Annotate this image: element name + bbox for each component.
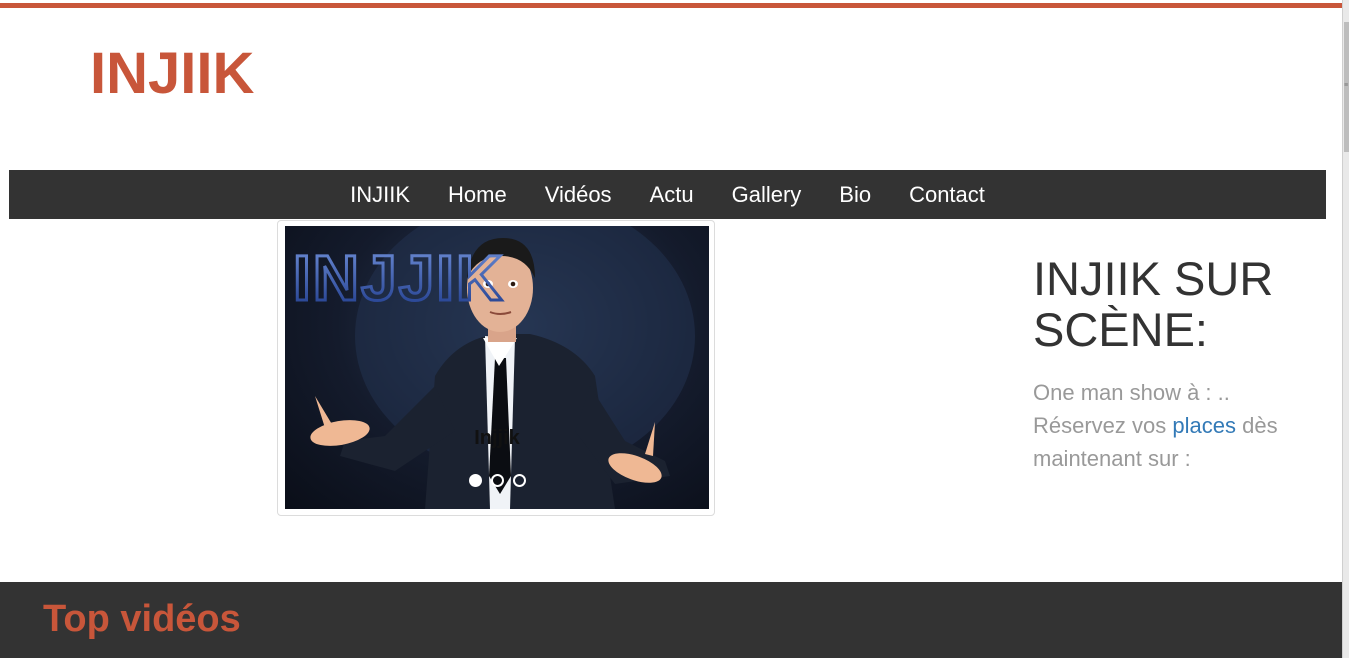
show-description-line2-end: dès: [1235, 413, 1278, 438]
nav-item-bio[interactable]: Bio: [839, 182, 871, 208]
nav-item-videos[interactable]: Vidéos: [545, 182, 612, 208]
image-logo-text: INJJIK: [293, 242, 504, 314]
main-navbar: INJIIK Home Vidéos Actu Gallery Bio Cont…: [9, 170, 1326, 219]
section-title: Top vidéos: [43, 598, 241, 640]
carousel-indicator-3[interactable]: [512, 474, 526, 487]
show-description: One man show à : .. Réservez vos places …: [1033, 376, 1323, 475]
nav-item-injiik[interactable]: INJIIK: [350, 182, 410, 208]
top-accent-bar: [0, 3, 1342, 8]
carousel-indicator-1[interactable]: [468, 474, 482, 487]
nav-item-actu[interactable]: Actu: [650, 182, 694, 208]
carousel-indicator-2[interactable]: [490, 474, 504, 487]
nav-item-contact[interactable]: Contact: [909, 182, 985, 208]
show-description-line1: One man show à : ..: [1033, 380, 1230, 405]
nav-item-gallery[interactable]: Gallery: [732, 182, 802, 208]
performer-illustration: INJJIK: [292, 226, 695, 509]
site-logo[interactable]: INJIIK: [90, 40, 254, 107]
carousel[interactable]: INJJIK Injjik: [277, 220, 715, 516]
scrollbar[interactable]: ≡: [1342, 0, 1349, 658]
carousel-indicators: [285, 474, 709, 487]
scrollbar-grip-icon: ≡: [1344, 82, 1349, 89]
show-description-line3: maintenant sur :: [1033, 446, 1191, 471]
show-description-line2-start: Réservez vos: [1033, 413, 1173, 438]
places-link[interactable]: places: [1172, 413, 1236, 438]
show-heading: INJIIK SUR SCÈNE:: [1033, 252, 1274, 356]
top-videos-section: Top vidéos: [0, 582, 1342, 658]
nav-item-home[interactable]: Home: [448, 182, 507, 208]
carousel-slide-image[interactable]: INJJIK Injjik: [285, 226, 709, 509]
carousel-caption: Injjik: [474, 427, 520, 449]
